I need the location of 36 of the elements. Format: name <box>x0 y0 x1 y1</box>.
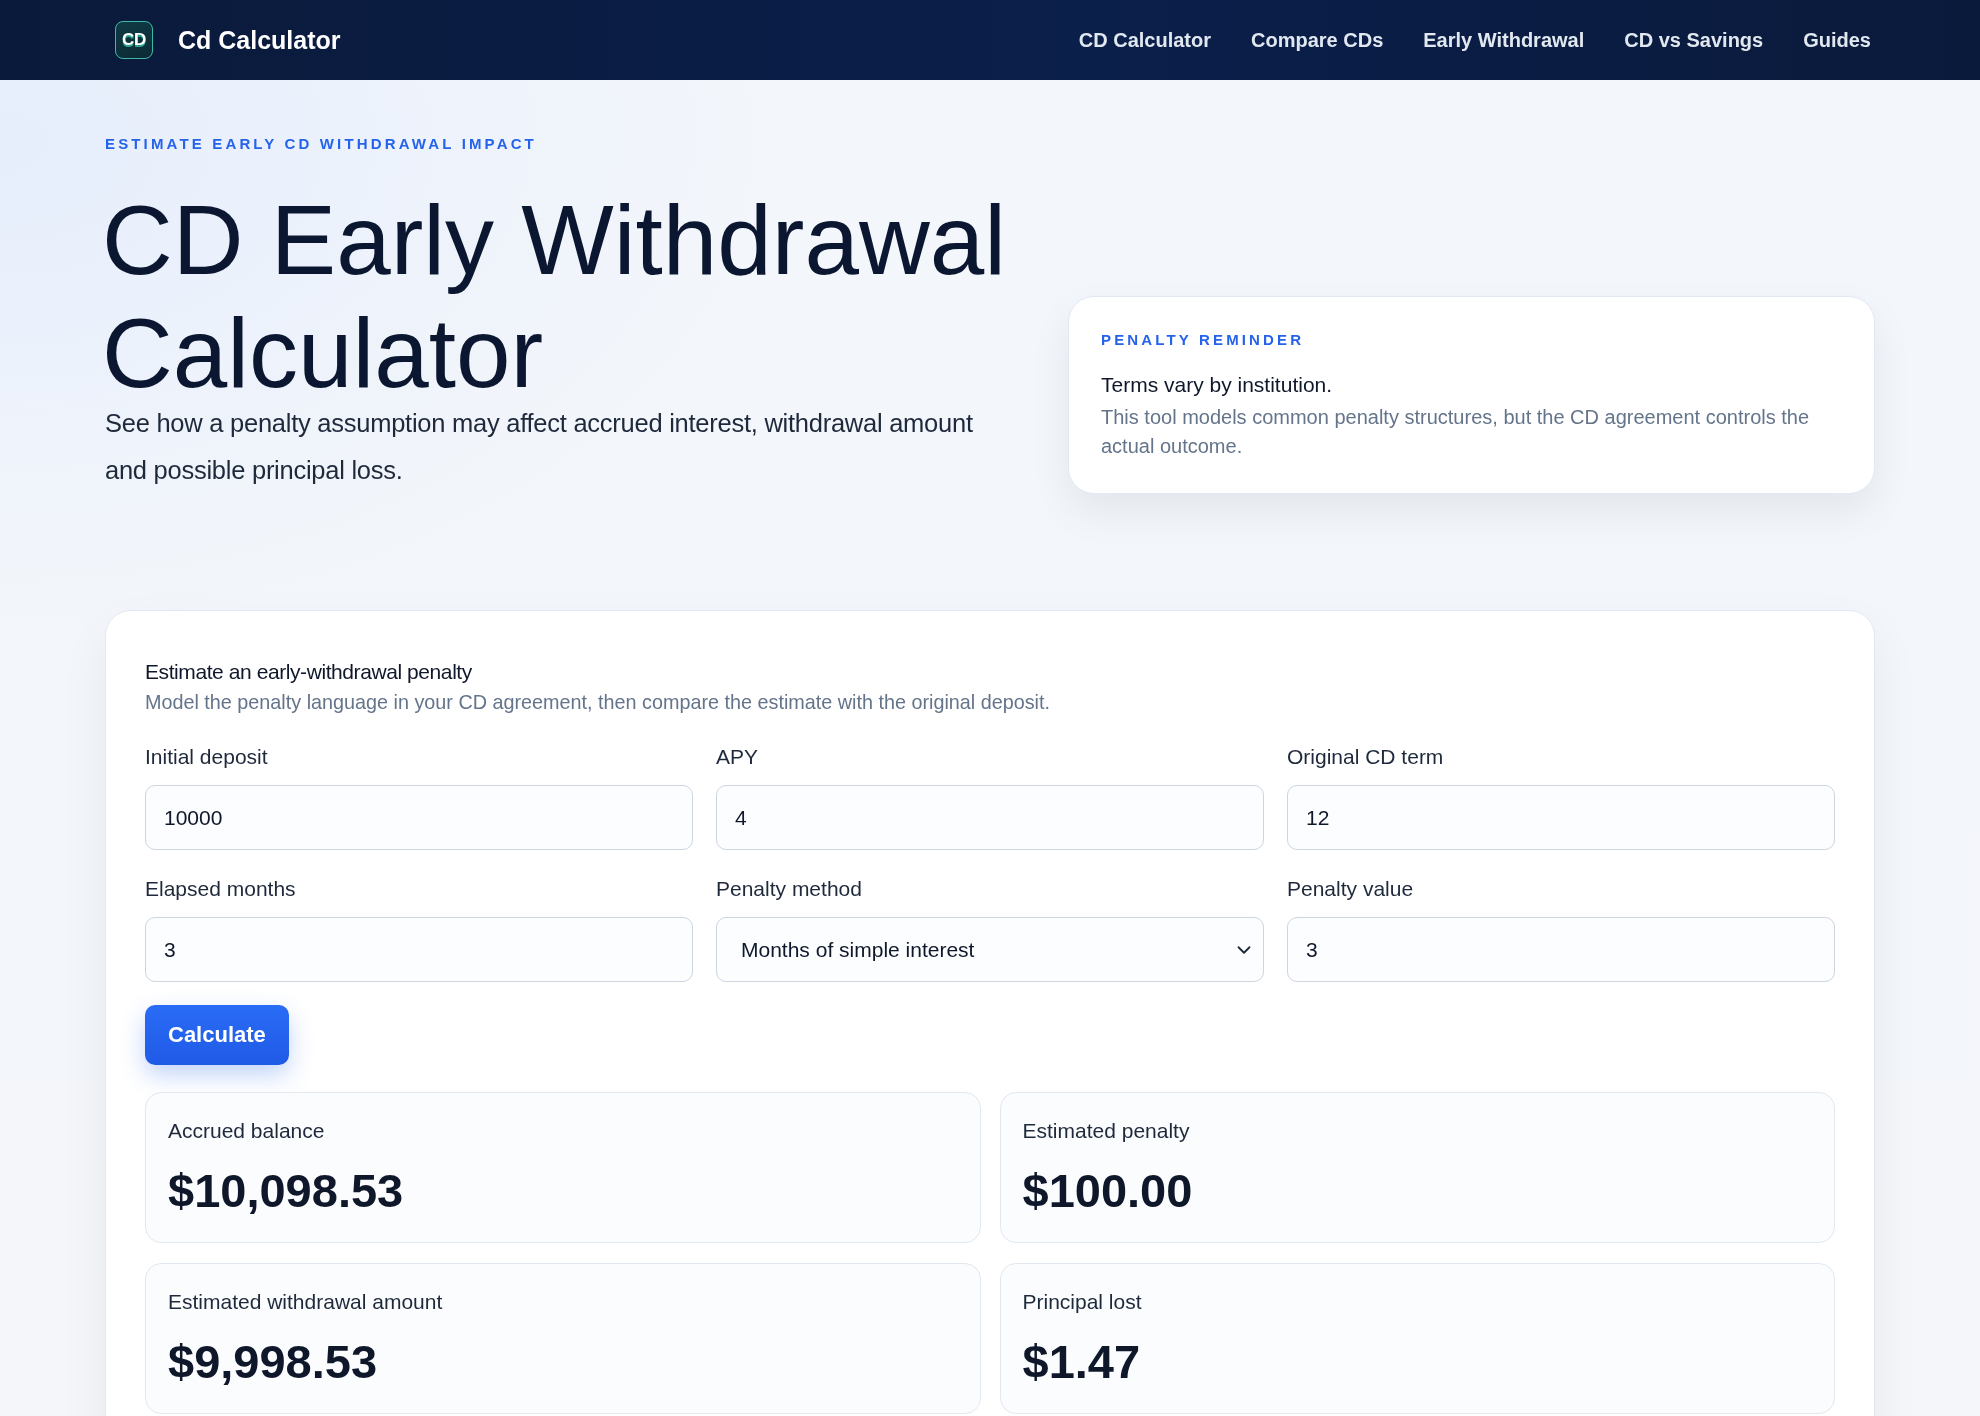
result-value: $9,998.53 <box>168 1334 378 1390</box>
nav-link[interactable]: Guides <box>1803 28 1871 52</box>
result-value: $10,098.53 <box>168 1163 404 1219</box>
nav-link[interactable]: CD Calculator <box>1078 28 1211 52</box>
nav-link[interactable]: Early Withdrawal <box>1423 28 1585 52</box>
text-field[interactable]: 3 <box>145 917 693 982</box>
panel-description: Model the penalty language in your CD agreement, then compare the estimate with the original deposit. <box>145 690 1051 715</box>
reminder-text: This tool models common penalty structures, but the CD agreement controls the actual outcome. <box>1101 405 1811 459</box>
calculate-button[interactable]: Calculate <box>145 1005 289 1065</box>
result-label: Accrued balance <box>168 1118 325 1144</box>
page-subtitle: See how a penalty assumption may affect accrued interest, withdrawal amount and possible principal loss. <box>105 408 974 486</box>
text-field[interactable]: 3 <box>1287 917 1835 982</box>
field-label: APY <box>716 744 760 770</box>
result-label: Estimated withdrawal amount <box>168 1289 443 1315</box>
field-label: Penalty value <box>1287 876 1415 902</box>
brand-link[interactable]: Cd Calculator <box>178 25 341 55</box>
text-field[interactable]: 10000 <box>145 785 693 850</box>
panel-title: Estimate an early-withdrawal penalty <box>145 659 473 685</box>
result-label: Estimated penalty <box>1022 1118 1190 1144</box>
nav-link[interactable]: CD vs Savings <box>1624 28 1764 52</box>
reminder-heading: Terms vary by institution. <box>1101 372 1334 398</box>
field-label: Original CD term <box>1287 744 1445 770</box>
page-title: CD Early Withdrawal Calculator <box>102 184 1007 410</box>
eyebrow-text: ESTIMATE EARLY CD WITHDRAWAL IMPACT <box>105 135 538 153</box>
nav-link[interactable]: Compare CDs <box>1251 28 1384 52</box>
result-value: $1.47 <box>1022 1334 1141 1390</box>
text-field[interactable]: 4 <box>716 785 1264 850</box>
field-label: Initial deposit <box>145 744 269 770</box>
field-label: Penalty method <box>716 876 863 902</box>
field-label: Elapsed months <box>145 876 297 902</box>
result-label: Principal lost <box>1022 1289 1142 1315</box>
text-field[interactable]: 12 <box>1287 785 1835 850</box>
card-label: PENALTY REMINDER <box>1101 331 1306 349</box>
result-value: $100.00 <box>1022 1163 1193 1219</box>
dropdown-select[interactable]: Months of simple interest <box>716 917 1264 982</box>
logo: CD <box>115 21 153 59</box>
